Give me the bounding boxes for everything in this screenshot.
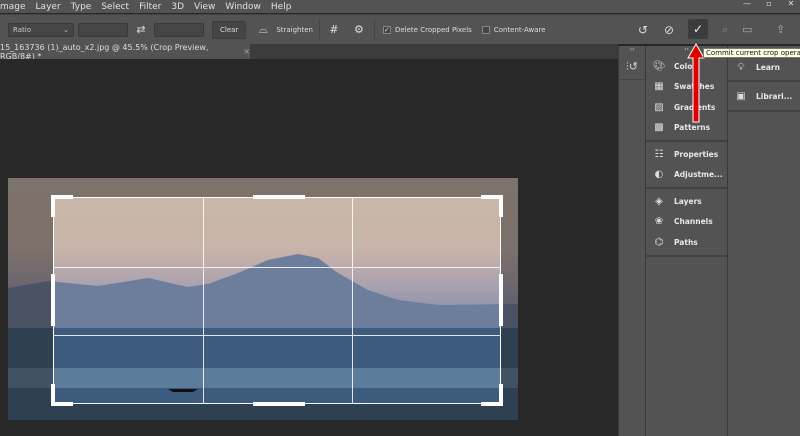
- ratio-value: Ratio: [13, 25, 31, 34]
- layers-icon: ◈: [655, 195, 663, 207]
- panel-label: Adjustme...: [674, 170, 723, 180]
- menu-image[interactable]: mage: [0, 2, 26, 12]
- commit-crop-button[interactable]: ✓: [688, 19, 708, 39]
- panel-label: Paths: [674, 237, 698, 247]
- ratio-select[interactable]: Ratio ⌄: [8, 22, 74, 37]
- panel-properties[interactable]: ☷ Properties: [646, 144, 727, 165]
- document-tab[interactable]: 15_163736 (1)_auto_x2.jpg @ 45.5% (Crop …: [0, 42, 250, 61]
- straighten-label[interactable]: Straighten: [276, 26, 313, 34]
- document-tab-bar: 15_163736 (1)_auto_x2.jpg @ 45.5% (Crop …: [0, 42, 618, 61]
- menu-bar: mage Layer Type Select Filter 3D View Wi…: [0, 0, 800, 13]
- adjustments-icon: ◐: [654, 169, 664, 181]
- menu-select[interactable]: Select: [101, 2, 129, 12]
- crop-box[interactable]: [53, 197, 501, 404]
- menu-type[interactable]: Type: [71, 2, 92, 12]
- history-icon[interactable]: ⫶↺: [619, 54, 645, 80]
- panel-libraries[interactable]: ▣ Librari...: [728, 82, 800, 112]
- straighten-icon[interactable]: ⌓: [250, 23, 276, 37]
- content-aware-checkbox[interactable]: Content-Aware: [481, 25, 546, 34]
- gear-icon[interactable]: ⚙: [348, 23, 370, 36]
- document-tab-title: 15_163736 (1)_auto_x2.jpg @ 45.5% (Crop …: [0, 42, 209, 61]
- chevron-down-icon: ⌄: [63, 25, 69, 34]
- panel-label: Librari...: [756, 91, 793, 101]
- menu-layer[interactable]: Layer: [36, 2, 61, 12]
- maximize-button[interactable]: ▫: [760, 0, 778, 9]
- collapse-icon[interactable]: ‹‹: [619, 46, 645, 54]
- close-window-button[interactable]: ✕: [782, 0, 800, 9]
- color-palette-icon: 🎨︎: [652, 60, 666, 72]
- grid-overlay-icon[interactable]: #: [320, 23, 348, 36]
- delete-cropped-label: Delete Cropped Pixels: [394, 25, 472, 34]
- checkbox-checked-icon: ✓: [382, 25, 391, 34]
- swatches-icon: ▦: [654, 81, 664, 93]
- panel-label: Channels: [674, 217, 713, 227]
- panel-label: Properties: [674, 149, 719, 159]
- panel-dock-right: ‹‹ 💡︎Learn ▣Librari...: [727, 46, 800, 436]
- paths-icon: ⌬: [654, 236, 664, 248]
- tooltip: Commit current crop operation: [703, 48, 800, 58]
- share-icon[interactable]: ⇪: [776, 23, 785, 36]
- panel-channels[interactable]: ❀ Channels: [646, 212, 727, 233]
- properties-icon: ☷: [654, 148, 664, 160]
- clear-button[interactable]: Clear: [212, 20, 247, 39]
- checkbox-icon: [481, 25, 490, 34]
- panel-learn[interactable]: 💡︎ Learn: [728, 54, 800, 82]
- panel-label: Learn: [756, 62, 780, 72]
- menu-filter[interactable]: Filter: [139, 2, 161, 12]
- panel-label: Layers: [674, 196, 702, 206]
- height-input[interactable]: [154, 22, 204, 37]
- search-icon[interactable]: ⌕: [722, 23, 728, 37]
- cancel-crop-icon[interactable]: ⊘: [664, 23, 674, 37]
- patterns-icon: ▩: [654, 122, 664, 134]
- width-input[interactable]: [78, 22, 128, 37]
- options-bar: Ratio ⌄ ⇄ Clear ⌓ Straighten # ⚙ ✓ Delete …: [0, 14, 800, 44]
- tool-panel-dock: ‹‹ ⫶↺: [618, 46, 645, 436]
- lightbulb-icon: 💡︎: [737, 61, 745, 73]
- gradients-icon: ▨: [654, 101, 664, 113]
- delete-cropped-checkbox[interactable]: ✓ Delete Cropped Pixels: [382, 25, 472, 34]
- reset-icon[interactable]: ↺: [638, 23, 648, 37]
- panel-paths[interactable]: ⌬ Paths: [646, 232, 727, 253]
- panel-adjustments[interactable]: ◐ Adjustme...: [646, 165, 727, 186]
- menu-help[interactable]: Help: [271, 2, 292, 12]
- libraries-icon: ▣: [736, 90, 746, 102]
- swap-arrows-icon[interactable]: ⇄: [128, 23, 154, 36]
- menu-window[interactable]: Window: [225, 2, 261, 12]
- menu-3d[interactable]: 3D: [171, 2, 184, 12]
- minimize-button[interactable]: —: [738, 0, 756, 9]
- close-tab-icon[interactable]: ×: [243, 47, 250, 56]
- menu-view[interactable]: View: [194, 2, 215, 12]
- workspace-icon[interactable]: ▭: [742, 23, 752, 36]
- panel-layers[interactable]: ◈ Layers: [646, 191, 727, 212]
- channels-icon: ❀: [654, 216, 664, 228]
- content-aware-label: Content-Aware: [493, 25, 546, 34]
